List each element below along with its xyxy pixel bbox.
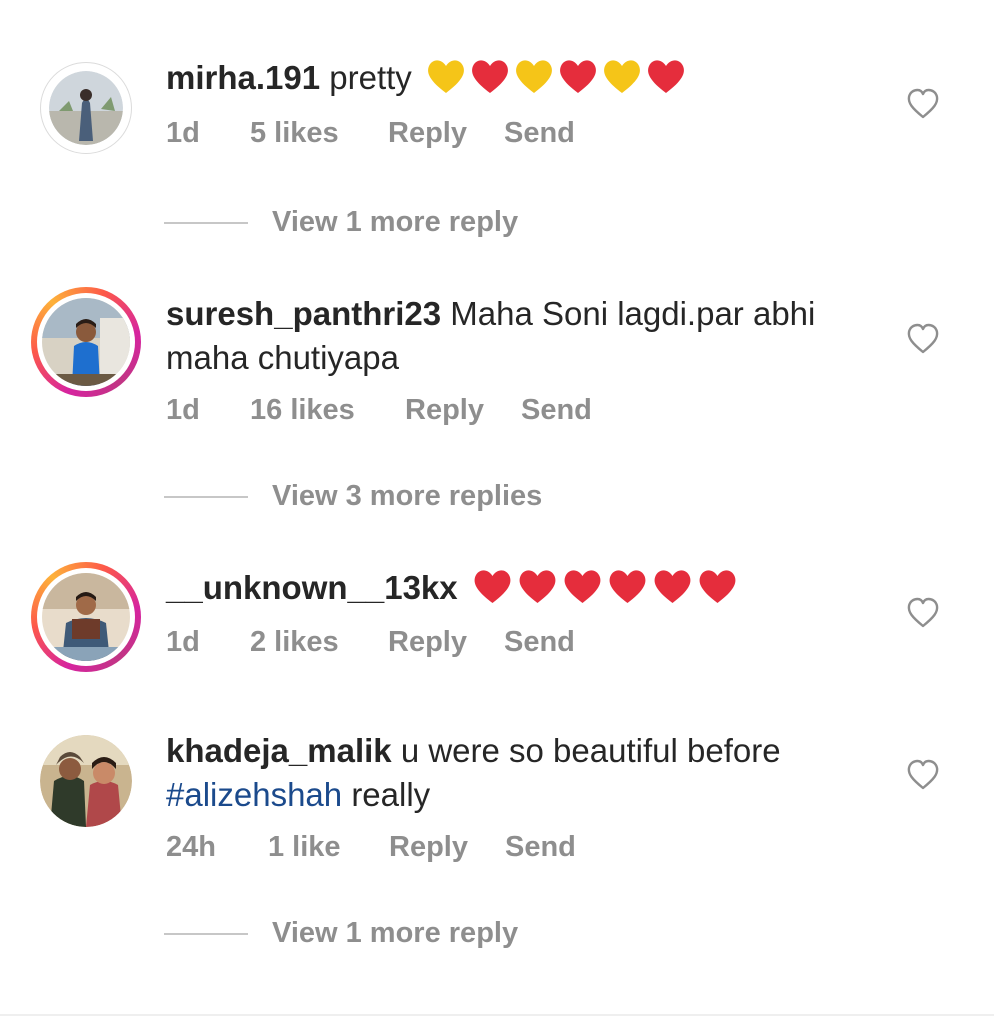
red-heart-icon [560, 60, 596, 93]
like-count[interactable]: 5 likes [250, 116, 388, 150]
send-button[interactable]: Send [521, 393, 592, 427]
comment-time: 24h [166, 831, 216, 863]
like-count[interactable]: 16 likes [250, 393, 405, 427]
reply-button[interactable]: Reply [389, 830, 505, 864]
red-heart-icon [699, 570, 736, 603]
comment-meta: 1d 5 likes Reply Send [166, 116, 575, 150]
comment-time: 1d [166, 394, 200, 426]
reply-button[interactable]: Reply [388, 625, 504, 659]
profile-photo [42, 298, 130, 386]
avatar-image [37, 568, 135, 666]
like-heart-icon[interactable] [906, 323, 940, 355]
red-heart-icon [564, 570, 601, 603]
comment-meta: 1d 16 likes Reply Send [166, 393, 592, 427]
profile-photo [49, 71, 123, 145]
red-heart-icon [654, 570, 691, 603]
avatar-story-ring[interactable] [31, 287, 141, 397]
like-heart-icon[interactable] [906, 88, 940, 120]
avatar-image [49, 71, 123, 145]
avatar-story-ring[interactable] [31, 562, 141, 672]
red-heart-icon [472, 60, 508, 93]
yellow-heart-icon [428, 60, 464, 93]
comment-username[interactable]: __unknown__13kx [166, 569, 458, 606]
like-count[interactable]: 2 likes [250, 625, 388, 659]
comment-time: 1d [166, 117, 200, 149]
comment-time: 1d [166, 626, 200, 658]
view-replies-label[interactable]: View 1 more reply [272, 916, 518, 950]
comment-username[interactable]: mirha.191 [166, 59, 320, 96]
bottom-divider [0, 1014, 994, 1016]
avatar[interactable] [40, 62, 132, 154]
replies-divider [164, 933, 248, 935]
like-heart-icon[interactable] [906, 759, 940, 791]
profile-photo [40, 735, 132, 827]
avatar-image [37, 293, 135, 391]
comment-text: mirha.191 pretty [166, 56, 866, 100]
red-heart-icon [648, 60, 684, 93]
like-count[interactable]: 1 like [268, 830, 389, 864]
comment-meta: 1d 2 likes Reply Send [166, 625, 575, 659]
view-replies-label[interactable]: View 1 more reply [272, 205, 518, 239]
replies-divider [164, 222, 248, 224]
yellow-heart-icon [516, 60, 552, 93]
emoji-group [425, 57, 687, 95]
comment-text: __unknown__13kx [166, 566, 866, 610]
profile-photo [42, 573, 130, 661]
comment-text: suresh_panthri23 Maha Soni lagdi.par abh… [166, 292, 866, 380]
send-button[interactable]: Send [505, 830, 576, 864]
avatar-image [40, 735, 132, 827]
hashtag-link[interactable]: #alizehshah [166, 776, 342, 813]
view-replies-label[interactable]: View 3 more replies [272, 479, 542, 513]
comment-body: u were so beautiful before [400, 732, 781, 769]
comment-meta: 24h 1 like Reply Send [166, 830, 576, 864]
reply-button[interactable]: Reply [405, 393, 521, 427]
replies-divider [164, 496, 248, 498]
avatar[interactable] [40, 735, 132, 827]
send-button[interactable]: Send [504, 625, 575, 659]
like-heart-icon[interactable] [906, 597, 940, 629]
comment-username[interactable]: suresh_panthri23 [166, 295, 441, 332]
yellow-heart-icon [604, 60, 640, 93]
red-heart-icon [519, 570, 556, 603]
comment-text: khadeja_malik u were so beautiful before… [166, 729, 866, 817]
red-heart-icon [609, 570, 646, 603]
comment-body-continued: really [351, 776, 431, 813]
reply-button[interactable]: Reply [388, 116, 504, 150]
red-heart-icon [474, 570, 511, 603]
comment-body: pretty [329, 59, 412, 96]
comment-username[interactable]: khadeja_malik [166, 732, 392, 769]
send-button[interactable]: Send [504, 116, 575, 150]
emoji-group [471, 567, 739, 605]
